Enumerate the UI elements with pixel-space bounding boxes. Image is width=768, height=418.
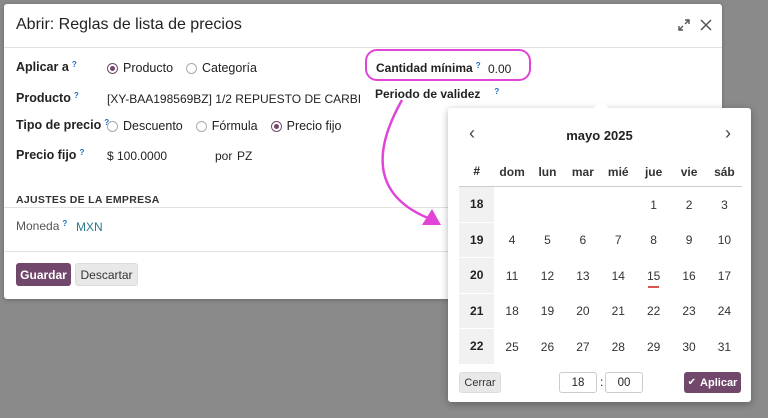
currency-label: Moneda? bbox=[16, 219, 68, 233]
radio-descuento[interactable]: Descuento bbox=[107, 119, 183, 133]
calendar-day[interactable]: 5 bbox=[530, 233, 565, 247]
calendar-day[interactable]: 8 bbox=[636, 233, 671, 247]
currency-field[interactable]: MXN bbox=[76, 220, 103, 234]
calendar-day[interactable]: 23 bbox=[671, 304, 706, 318]
help-tip-icon[interactable]: ? bbox=[74, 91, 79, 100]
price-type-radio-group: Descuento Fórmula Precio fijo bbox=[107, 119, 355, 133]
calendar-header-row: # dom lun mar mié jue vie sáb bbox=[459, 157, 742, 187]
help-tip-icon[interactable]: ? bbox=[62, 219, 67, 228]
calendar-day[interactable]: 13 bbox=[565, 269, 600, 283]
weekday-header: jue bbox=[644, 164, 663, 179]
calendar-day[interactable]: 3 bbox=[707, 198, 742, 212]
calendar-day[interactable]: 11 bbox=[494, 269, 529, 283]
close-calendar-button[interactable]: Cerrar bbox=[459, 372, 501, 393]
calendar-day[interactable]: 24 bbox=[707, 304, 742, 318]
calendar-week-row: 20 11 12 13 14 15 16 17 bbox=[459, 258, 742, 294]
expand-icon[interactable] bbox=[676, 16, 692, 34]
chevron-right-icon[interactable]: › bbox=[721, 124, 735, 142]
radio-producto[interactable]: Producto bbox=[107, 61, 173, 75]
calendar-week-row: 19 4 5 6 7 8 9 10 bbox=[459, 222, 742, 258]
calendar-day[interactable]: 2 bbox=[671, 198, 706, 212]
calendar-body: 18 1 2 3 19 4 5 6 7 8 9 10 20 11 12 13 14 15 16 17 21 18 19 20 2… bbox=[459, 187, 742, 365]
apply-to-label: Aplicar a? bbox=[16, 60, 77, 74]
check-icon: ✔ bbox=[687, 377, 697, 388]
calendar-day[interactable]: 25 bbox=[494, 340, 529, 354]
calendar-grid: # dom lun mar mié jue vie sáb 18 1 2 3 19 4 5 6… bbox=[459, 157, 742, 365]
calendar-day[interactable]: 16 bbox=[671, 269, 706, 283]
calendar-day[interactable]: 7 bbox=[601, 233, 636, 247]
apply-date-button[interactable]: ✔ Aplicar bbox=[684, 372, 741, 393]
fixed-price-label: Precio fijo? bbox=[16, 148, 85, 162]
minute-input[interactable]: 00 bbox=[605, 372, 643, 393]
discard-button[interactable]: Descartar bbox=[75, 263, 138, 286]
product-field[interactable]: [XY-BAA198569BZ] 1/2 REPUESTO DE CARBI bbox=[107, 92, 361, 106]
weekday-header: dom bbox=[499, 164, 525, 179]
radio-unselected-icon bbox=[186, 62, 198, 74]
hour-input[interactable]: 18 bbox=[559, 372, 597, 393]
week-number: 19 bbox=[459, 222, 495, 258]
weekday-header: lun bbox=[538, 164, 557, 179]
date-picker-popover: ‹ mayo 2025 › # dom lun mar mié jue vie … bbox=[448, 101, 751, 402]
calendar-day[interactable]: 26 bbox=[530, 340, 565, 354]
apply-to-radio-group: Producto Categoría bbox=[107, 61, 270, 75]
calendar-day[interactable]: 12 bbox=[530, 269, 565, 283]
calendar-day[interactable]: 20 bbox=[565, 304, 600, 318]
weekday-header: mié bbox=[607, 164, 629, 179]
calendar-day[interactable]: 28 bbox=[601, 340, 636, 354]
week-number: 22 bbox=[459, 329, 495, 365]
calendar-day[interactable]: 17 bbox=[707, 269, 742, 283]
help-tip-icon[interactable]: ? bbox=[79, 148, 84, 157]
calendar-day[interactable]: 29 bbox=[636, 340, 671, 354]
radio-formula[interactable]: Fórmula bbox=[195, 119, 258, 133]
calendar-footer: Cerrar 18 : 00 ✔ Aplicar bbox=[459, 372, 741, 394]
unit-field[interactable]: PZ bbox=[237, 149, 252, 163]
calendar-day[interactable]: 27 bbox=[565, 340, 600, 354]
radio-unselected-icon bbox=[195, 120, 207, 132]
close-icon[interactable] bbox=[698, 16, 714, 34]
dialog-header: Abrir: Reglas de lista de precios bbox=[4, 4, 722, 48]
week-number-header: # bbox=[459, 157, 495, 186]
radio-selected-icon bbox=[270, 120, 282, 132]
help-tip-icon[interactable]: ? bbox=[72, 60, 77, 69]
fixed-price-field[interactable]: $ 100.0000 bbox=[107, 149, 167, 163]
radio-categoria[interactable]: Categoría bbox=[186, 61, 257, 75]
calendar-day[interactable]: 30 bbox=[671, 340, 706, 354]
radio-selected-icon bbox=[107, 62, 118, 74]
calendar-day[interactable]: 19 bbox=[530, 304, 565, 318]
save-button[interactable]: Guardar bbox=[16, 263, 71, 286]
calendar-day[interactable]: 21 bbox=[601, 304, 636, 318]
week-number: 20 bbox=[459, 258, 495, 294]
calendar-day[interactable]: 18 bbox=[494, 304, 529, 318]
radio-unselected-icon bbox=[107, 120, 118, 132]
week-number: 18 bbox=[459, 187, 495, 223]
weekday-header: sáb bbox=[714, 164, 735, 179]
price-type-label: Tipo de precio? bbox=[16, 118, 110, 132]
calendar-day[interactable]: 22 bbox=[636, 304, 671, 318]
calendar-week-row: 21 18 19 20 21 22 23 24 bbox=[459, 293, 742, 329]
week-number: 21 bbox=[459, 293, 495, 329]
calendar-day[interactable]: 4 bbox=[494, 233, 529, 247]
validity-label: Periodo de validez? bbox=[375, 87, 500, 101]
weekday-header: mar bbox=[571, 164, 594, 179]
product-label: Producto? bbox=[16, 91, 79, 105]
calendar-day[interactable]: 31 bbox=[707, 340, 742, 354]
calendar-week-row: 18 1 2 3 bbox=[459, 187, 742, 223]
calendar-week-row: 22 25 26 27 28 29 30 31 bbox=[459, 329, 742, 365]
section-title-company: AJUSTES DE LA EMPRESA bbox=[16, 194, 160, 206]
popover-caret bbox=[594, 101, 608, 108]
per-label: por bbox=[215, 149, 233, 163]
calendar-day-today[interactable]: 15 bbox=[636, 269, 671, 288]
highlight-annotation bbox=[365, 49, 531, 81]
time-separator: : bbox=[600, 375, 604, 389]
radio-precio-fijo[interactable]: Precio fijo bbox=[270, 119, 342, 133]
dialog-title: Abrir: Reglas de lista de precios bbox=[16, 16, 242, 33]
calendar-day[interactable]: 1 bbox=[636, 198, 671, 212]
help-tip-icon[interactable]: ? bbox=[494, 87, 499, 96]
weekday-header: vie bbox=[680, 164, 698, 179]
calendar-day[interactable]: 9 bbox=[671, 233, 706, 247]
calendar-day[interactable]: 10 bbox=[707, 233, 742, 247]
calendar-month-title: mayo 2025 bbox=[566, 128, 633, 143]
calendar-day[interactable]: 14 bbox=[601, 269, 636, 283]
calendar-day[interactable]: 6 bbox=[565, 233, 600, 247]
